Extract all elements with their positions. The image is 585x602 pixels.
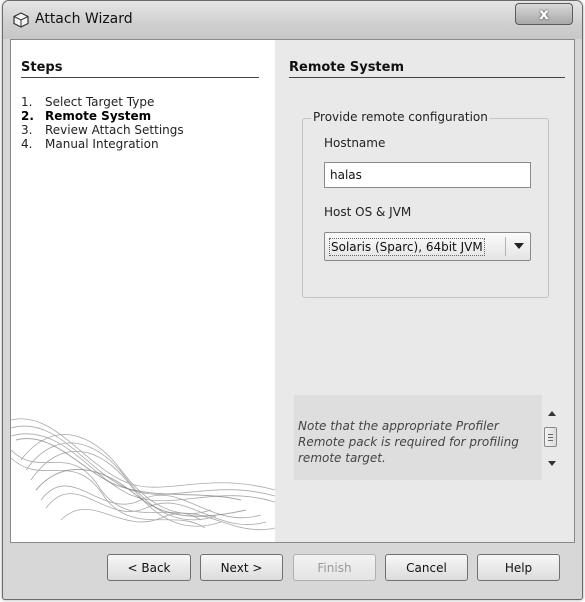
step-number: 4.: [21, 137, 33, 151]
select-separator: [505, 237, 506, 256]
steps-pane: Steps 1. Select Target Type 2. Remote Syst…: [11, 40, 275, 542]
remote-system-panel: Remote System Provide remote configurati…: [275, 40, 574, 542]
step-label: Remote System: [45, 109, 152, 123]
note-area: Note that the appropriate Profiler Remot…: [294, 395, 542, 480]
step-number: 3.: [21, 123, 33, 137]
host-os-jvm-label: Host OS & JVM: [324, 205, 412, 219]
hostname-label: Hostname: [324, 136, 386, 150]
help-button[interactable]: Help: [477, 554, 560, 581]
step-label: Manual Integration: [45, 137, 159, 151]
profiler-note: Note that the appropriate Profiler Remot…: [298, 419, 519, 465]
close-button[interactable]: x: [515, 3, 573, 25]
panel-title: Remote System: [289, 60, 405, 75]
step-number: 1.: [21, 95, 33, 109]
group-title: Provide remote configuration: [311, 110, 490, 124]
step-item: 1. Select Target Type: [21, 95, 184, 109]
scroll-up-icon[interactable]: [548, 411, 556, 416]
back-button[interactable]: < Back: [107, 554, 191, 581]
steps-list: 1. Select Target Type 2. Remote System 3. R…: [21, 95, 184, 151]
netbeans-cube-icon: [13, 12, 29, 28]
remote-configuration-group: Provide remote configuration Hostname Ho…: [302, 110, 549, 298]
scroll-thumb[interactable]: [544, 427, 557, 447]
host-os-jvm-value: Solaris (Sparc), 64bit JVM: [329, 238, 485, 256]
note-scrollbar[interactable]: [543, 395, 560, 480]
steps-header: Steps: [21, 60, 63, 75]
step-number: 2.: [21, 109, 34, 123]
step-item: 4. Manual Integration: [21, 137, 184, 151]
next-button[interactable]: Next >: [200, 554, 283, 581]
step-label: Select Target Type: [45, 95, 155, 109]
window-title: Attach Wizard: [35, 11, 133, 27]
hostname-input[interactable]: [324, 162, 531, 188]
wizard-content: Steps 1. Select Target Type 2. Remote Syst…: [10, 39, 575, 543]
panel-divider: [289, 77, 565, 78]
chevron-down-icon[interactable]: [514, 243, 524, 249]
step-label: Review Attach Settings: [45, 123, 184, 137]
step-item-current: 2. Remote System: [21, 109, 184, 123]
attach-wizard-dialog: Attach Wizard x Steps 1. Select Target Ty…: [2, 0, 583, 600]
scroll-down-icon[interactable]: [548, 461, 556, 466]
steps-divider: [21, 77, 259, 78]
finish-button[interactable]: Finish: [293, 554, 376, 581]
decorative-wave-graphic: [11, 418, 275, 530]
host-os-jvm-select[interactable]: Solaris (Sparc), 64bit JVM: [324, 232, 531, 261]
title-bar[interactable]: Attach Wizard x: [3, 1, 582, 39]
close-icon: x: [539, 5, 549, 23]
step-item: 3. Review Attach Settings: [21, 123, 184, 137]
cancel-button[interactable]: Cancel: [385, 554, 468, 581]
